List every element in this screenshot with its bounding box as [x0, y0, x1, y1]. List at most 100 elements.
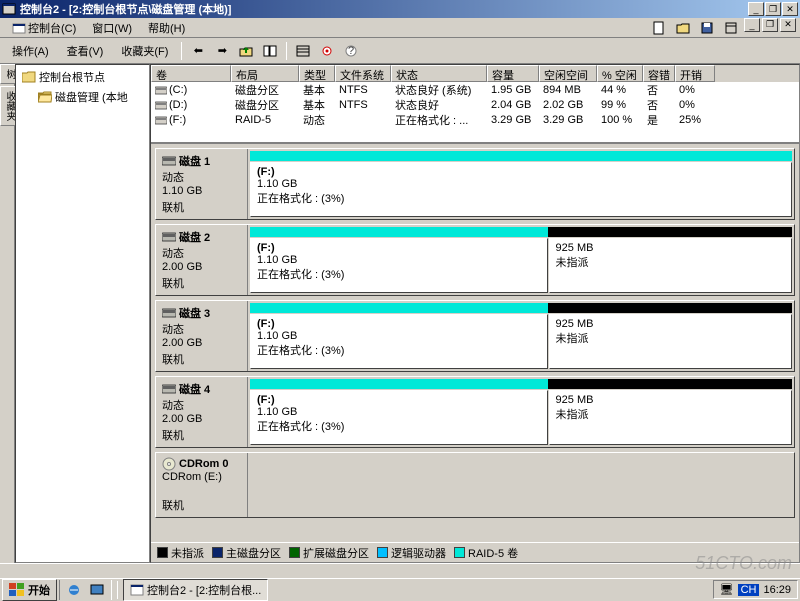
column-header[interactable]: 容量: [487, 65, 539, 82]
column-header[interactable]: 状态: [391, 65, 487, 82]
disk-info: 磁盘 4动态2.00 GB联机: [156, 377, 248, 447]
volume-row[interactable]: (F:)RAID-5动态正在格式化 : ...3.29 GB3.29 GB100…: [151, 112, 799, 127]
disk-row[interactable]: 磁盘 1动态1.10 GB联机(F:)1.10 GB正在格式化 : (3%): [155, 148, 795, 220]
clock[interactable]: 16:29: [763, 584, 791, 596]
disk-size: 2.00 GB: [162, 413, 241, 425]
volume-cell: RAID-5: [231, 114, 299, 126]
legend: 未指派主磁盘分区扩展磁盘分区逻辑驱动器RAID-5 卷: [151, 542, 799, 562]
tray-icon[interactable]: 🖥: [720, 583, 734, 596]
child-close-button[interactable]: ✕: [780, 18, 796, 32]
menu-console[interactable]: 控制台(C): [20, 18, 84, 38]
column-header[interactable]: 容错: [643, 65, 675, 82]
volume-row[interactable]: (D:)磁盘分区基本NTFS状态良好2.04 GB2.02 GB99 %否0%: [151, 97, 799, 112]
partition-size: 1.10 GB: [257, 254, 541, 266]
column-header[interactable]: 文件系统: [335, 65, 391, 82]
volume-cell: 1.95 GB: [487, 84, 539, 96]
partition-box[interactable]: (F:)1.10 GB正在格式化 : (3%): [250, 314, 548, 369]
props-button[interactable]: [720, 18, 742, 38]
menu-window[interactable]: 窗口(W): [84, 18, 140, 38]
open-button[interactable]: [672, 18, 694, 38]
refresh-button[interactable]: [292, 41, 314, 61]
menu-help[interactable]: 帮助(H): [140, 18, 193, 38]
partition-label: (F:): [257, 166, 275, 178]
disk-row[interactable]: 磁盘 4动态2.00 GB联机(F:)1.10 GB正在格式化 : (3%)92…: [155, 376, 795, 448]
partition-box[interactable]: (F:)1.10 GB正在格式化 : (3%): [250, 390, 548, 445]
separator: [181, 42, 182, 60]
tree-root[interactable]: 控制台根节点: [18, 67, 147, 87]
disk-row[interactable]: CDRom 0CDRom (E:)联机: [155, 452, 795, 518]
partition-status: 正在格式化 : (3%): [257, 418, 541, 434]
save-button[interactable]: [696, 18, 718, 38]
up-button[interactable]: [235, 41, 257, 61]
disk-row[interactable]: 磁盘 2动态2.00 GB联机(F:)1.10 GB正在格式化 : (3%)92…: [155, 224, 795, 296]
partition-box[interactable]: (F:)1.10 GB正在格式化 : (3%): [250, 162, 792, 217]
volume-cell: 否: [643, 97, 675, 113]
action-menu[interactable]: 操作(A): [4, 40, 57, 62]
child-minimize-button[interactable]: _: [744, 18, 760, 32]
volume-cell: (D:): [151, 99, 231, 111]
disk-info: 磁盘 3动态2.00 GB联机: [156, 301, 248, 371]
show-hide-button[interactable]: [259, 41, 281, 61]
volume-cell: 是: [643, 112, 675, 128]
column-header[interactable]: % 空闲: [597, 65, 643, 82]
partition-box[interactable]: 925 MB未指派: [549, 390, 792, 445]
partition-size: 1.10 GB: [257, 330, 541, 342]
column-header[interactable]: 卷: [151, 65, 231, 82]
volume-cell: 状态良好 (系统): [391, 82, 487, 98]
legend-label: RAID-5 卷: [468, 545, 518, 561]
favorites-menu[interactable]: 收藏夹(F): [113, 40, 176, 62]
start-label: 开始: [28, 582, 50, 598]
column-header[interactable]: 空闲空间: [539, 65, 597, 82]
console-tree: 控制台根节点 磁盘管理 (本地: [15, 64, 150, 563]
partition-box[interactable]: 925 MB未指派: [549, 314, 792, 369]
ie-icon[interactable]: [63, 580, 85, 600]
partition-status: 未指派: [556, 254, 785, 270]
new-button[interactable]: [648, 18, 670, 38]
column-header[interactable]: 类型: [299, 65, 335, 82]
taskbar-task[interactable]: 控制台2 - [2:控制台根...: [123, 579, 268, 601]
partition-box[interactable]: 925 MB未指派: [549, 238, 792, 293]
legend-swatch: [377, 547, 388, 558]
disk-name: 磁盘 4: [162, 381, 241, 397]
help-button[interactable]: ?: [340, 41, 362, 61]
ime-indicator[interactable]: CH: [738, 584, 760, 596]
start-button[interactable]: 开始: [2, 579, 57, 601]
disk-partitions: (F:)1.10 GB正在格式化 : (3%): [248, 149, 794, 219]
volume-row[interactable]: (C:)磁盘分区基本NTFS状态良好 (系统)1.95 GB894 MB44 %…: [151, 82, 799, 97]
forward-button[interactable]: ➡: [211, 41, 233, 61]
disk-status: 联机: [162, 427, 241, 443]
partition-status: 正在格式化 : (3%): [257, 190, 785, 206]
mmc-icon: [4, 19, 20, 37]
partition-label: (F:): [257, 242, 275, 254]
disk-info: 磁盘 2动态2.00 GB联机: [156, 225, 248, 295]
disk-partitions: (F:)1.10 GB正在格式化 : (3%)925 MB未指派: [248, 225, 794, 295]
separator: [117, 581, 118, 599]
restore-button[interactable]: ❐: [765, 2, 781, 16]
view-menu[interactable]: 查看(V): [59, 40, 112, 62]
disk-info: CDRom 0CDRom (E:)联机: [156, 453, 248, 517]
tree-diskmanagement[interactable]: 磁盘管理 (本地: [18, 87, 147, 107]
volume-cell: 2.04 GB: [487, 99, 539, 111]
back-button[interactable]: ⬅: [187, 41, 209, 61]
column-header[interactable]: 布局: [231, 65, 299, 82]
graphical-view[interactable]: 磁盘 1动态1.10 GB联机(F:)1.10 GB正在格式化 : (3%)磁盘…: [151, 142, 799, 542]
partition-box[interactable]: (F:)1.10 GB正在格式化 : (3%): [250, 238, 548, 293]
legend-item: RAID-5 卷: [454, 545, 518, 561]
close-button[interactable]: ✕: [782, 2, 798, 16]
disk-type: 动态: [162, 321, 241, 337]
settings-button[interactable]: [316, 41, 338, 61]
volume-cell: 动态: [299, 112, 335, 128]
disk-status: 联机: [162, 351, 241, 367]
disk-name: 磁盘 3: [162, 305, 241, 321]
desktop-icon[interactable]: [86, 580, 108, 600]
minimize-button[interactable]: _: [748, 2, 764, 16]
volume-cell: 99 %: [597, 99, 643, 111]
legend-label: 未指派: [171, 545, 204, 561]
column-header[interactable]: 开销: [675, 65, 715, 82]
volume-cell: NTFS: [335, 84, 391, 96]
child-restore-button[interactable]: ❐: [762, 18, 778, 32]
legend-item: 扩展磁盘分区: [289, 545, 369, 561]
volume-cell: 0%: [675, 84, 715, 96]
disk-row[interactable]: 磁盘 3动态2.00 GB联机(F:)1.10 GB正在格式化 : (3%)92…: [155, 300, 795, 372]
quick-launch: [59, 580, 112, 600]
